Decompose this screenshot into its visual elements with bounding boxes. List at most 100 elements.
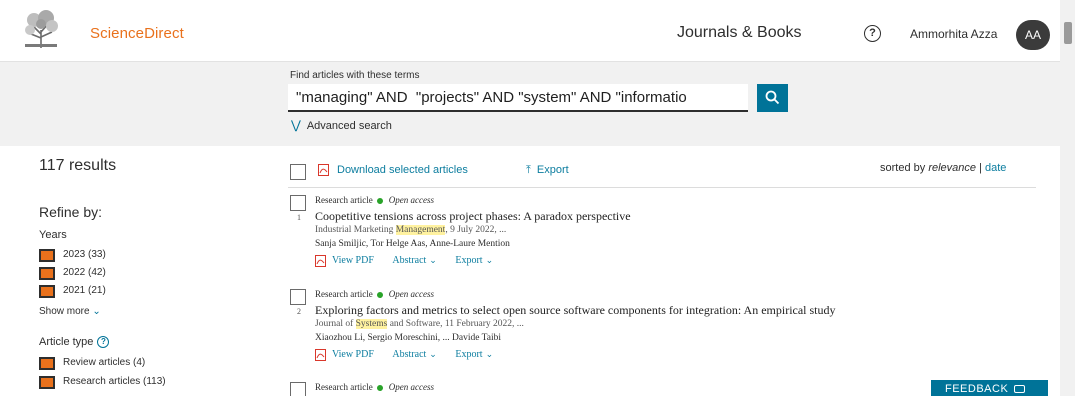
open-access-dot-icon: [376, 291, 383, 298]
results-count: 117 results: [39, 157, 117, 174]
article-type-checkbox[interactable]: [39, 375, 55, 389]
year-label: 2021 (21): [63, 285, 106, 296]
open-access-label: Open access: [388, 382, 434, 392]
export-label: Export: [536, 164, 569, 176]
view-pdf-link[interactable]: View PDF: [315, 255, 376, 267]
year-label: 2023 (33): [63, 249, 106, 260]
sort-separator: |: [979, 162, 982, 174]
sort-control: sorted by relevance | date: [880, 162, 1006, 174]
abstract-label: Abstract: [392, 255, 427, 267]
export-link[interactable]: ⤒ Export: [526, 164, 569, 177]
feedback-label: FEEDBACK: [945, 383, 1009, 395]
help-icon[interactable]: ?: [864, 25, 881, 42]
refine-heading: Refine by:: [39, 204, 103, 220]
search-label: Find articles with these terms: [290, 70, 420, 81]
abstract-toggle[interactable]: Abstract ⌄: [392, 255, 436, 266]
divider: [288, 187, 1036, 188]
result-actions: View PDF Abstract ⌄ Export ⌄: [315, 349, 509, 361]
chevron-down-icon: ⌄: [429, 255, 437, 266]
result-title-link[interactable]: Coopetitive tensions across project phas…: [315, 209, 631, 224]
result-authors: Sanja Smiljic, Tor Helge Aas, Anne-Laure…: [315, 239, 510, 249]
double-chevron-down-icon: ⋁: [291, 118, 301, 132]
result-journal[interactable]: Industrial Marketing Management, 9 July …: [315, 225, 506, 235]
article-type-filter-research[interactable]: Research articles (113): [39, 375, 166, 389]
article-type-filter-review[interactable]: Review articles (4): [39, 356, 145, 370]
pdf-icon: [315, 255, 326, 267]
result-item: Research article Open access: [288, 382, 928, 396]
export-label: Export: [455, 255, 483, 267]
result-authors: Xiaozhou Li, Sergio Moreschini, ... Davi…: [315, 333, 502, 343]
journal-text: Journal of: [315, 319, 356, 329]
user-name[interactable]: Ammorhita Azza: [910, 27, 997, 41]
select-all-checkbox[interactable]: [290, 164, 306, 180]
search-input[interactable]: [288, 84, 748, 112]
result-title-link[interactable]: Exploring factors and metrics to select …: [315, 303, 836, 318]
year-filter-2021[interactable]: 2021 (21): [39, 284, 106, 298]
article-type: Research article: [315, 382, 373, 392]
advanced-search-label: Advanced search: [306, 120, 392, 132]
export-toggle[interactable]: Export ⌄: [455, 349, 493, 360]
search-icon: [765, 90, 780, 105]
view-pdf-link[interactable]: View PDF: [315, 349, 376, 361]
feedback-button[interactable]: FEEDBACK: [931, 380, 1048, 396]
result-checkbox[interactable]: [290, 195, 306, 211]
sort-prefix: sorted by: [880, 162, 926, 174]
show-more-label: Show more: [39, 306, 90, 317]
show-more-years-link[interactable]: Show more ⌄: [39, 306, 101, 317]
result-number: 2: [297, 307, 301, 316]
abstract-toggle[interactable]: Abstract ⌄: [392, 349, 436, 360]
download-selected-link[interactable]: Download selected articles: [318, 164, 468, 177]
article-type: Research article: [315, 289, 373, 299]
result-type: Research article Open access: [315, 195, 434, 205]
view-pdf-label: View PDF: [332, 349, 374, 361]
article-type-item-label: Research articles (113): [63, 376, 166, 387]
sciencedirect-brand[interactable]: ScienceDirect: [90, 25, 184, 42]
scrollbar-thumb[interactable]: [1064, 22, 1072, 44]
result-type: Research article Open access: [315, 289, 434, 299]
year-filter-2022[interactable]: 2022 (42): [39, 266, 106, 280]
open-access-label: Open access: [388, 289, 434, 299]
chat-bubble-icon: [1014, 385, 1026, 394]
page-scrollbar[interactable]: [1060, 0, 1075, 396]
advanced-search-link[interactable]: ⋁ Advanced search: [291, 118, 392, 132]
journal-highlight: Management: [395, 225, 446, 235]
year-checkbox[interactable]: [39, 266, 55, 280]
top-header: ScienceDirect Journals & Books ? Ammorhi…: [0, 0, 1060, 62]
result-journal[interactable]: Journal of Systems and Software, 11 Febr…: [315, 319, 524, 329]
result-item: 2 Research article Open access Exploring …: [288, 289, 1048, 369]
result-actions: View PDF Abstract ⌄ Export ⌄: [315, 255, 509, 267]
result-checkbox[interactable]: [290, 382, 306, 396]
export-label: Export: [455, 349, 483, 361]
year-checkbox[interactable]: [39, 248, 55, 262]
chevron-down-icon: ⌄: [429, 349, 437, 360]
sort-date-link[interactable]: date: [985, 162, 1006, 174]
open-access-dot-icon: [376, 197, 383, 204]
journal-date: and Software, 11 February 2022, ...: [387, 319, 524, 329]
open-access-label: Open access: [388, 195, 434, 205]
export-toggle[interactable]: Export ⌄: [455, 255, 493, 266]
article-type-checkbox[interactable]: [39, 356, 55, 370]
pdf-icon: [315, 349, 326, 361]
download-label: Download selected articles: [337, 164, 468, 176]
article-type-label: Article type: [39, 336, 94, 348]
elsevier-logo-icon[interactable]: [22, 10, 60, 50]
result-type: Research article Open access: [315, 382, 434, 392]
help-icon[interactable]: ?: [97, 336, 110, 349]
avatar[interactable]: AA: [1016, 20, 1050, 50]
view-pdf-label: View PDF: [332, 255, 374, 267]
journals-books-link[interactable]: Journals & Books: [677, 24, 802, 42]
pdf-icon: [318, 164, 329, 177]
year-label: 2022 (42): [63, 267, 106, 278]
article-type-item-label: Review articles (4): [63, 357, 146, 368]
result-number: 1: [297, 213, 301, 222]
sort-relevance[interactable]: relevance: [928, 162, 976, 174]
year-checkbox[interactable]: [39, 284, 55, 298]
article-type-facet-title: Article type?: [39, 336, 110, 349]
search-button[interactable]: [757, 84, 788, 112]
journal-date: , 9 July 2022, ...: [445, 225, 507, 235]
export-icon: ⤒: [526, 164, 531, 176]
article-type: Research article: [315, 195, 373, 205]
year-filter-2023[interactable]: 2023 (33): [39, 248, 106, 262]
abstract-label: Abstract: [392, 349, 427, 361]
result-checkbox[interactable]: [290, 289, 306, 305]
